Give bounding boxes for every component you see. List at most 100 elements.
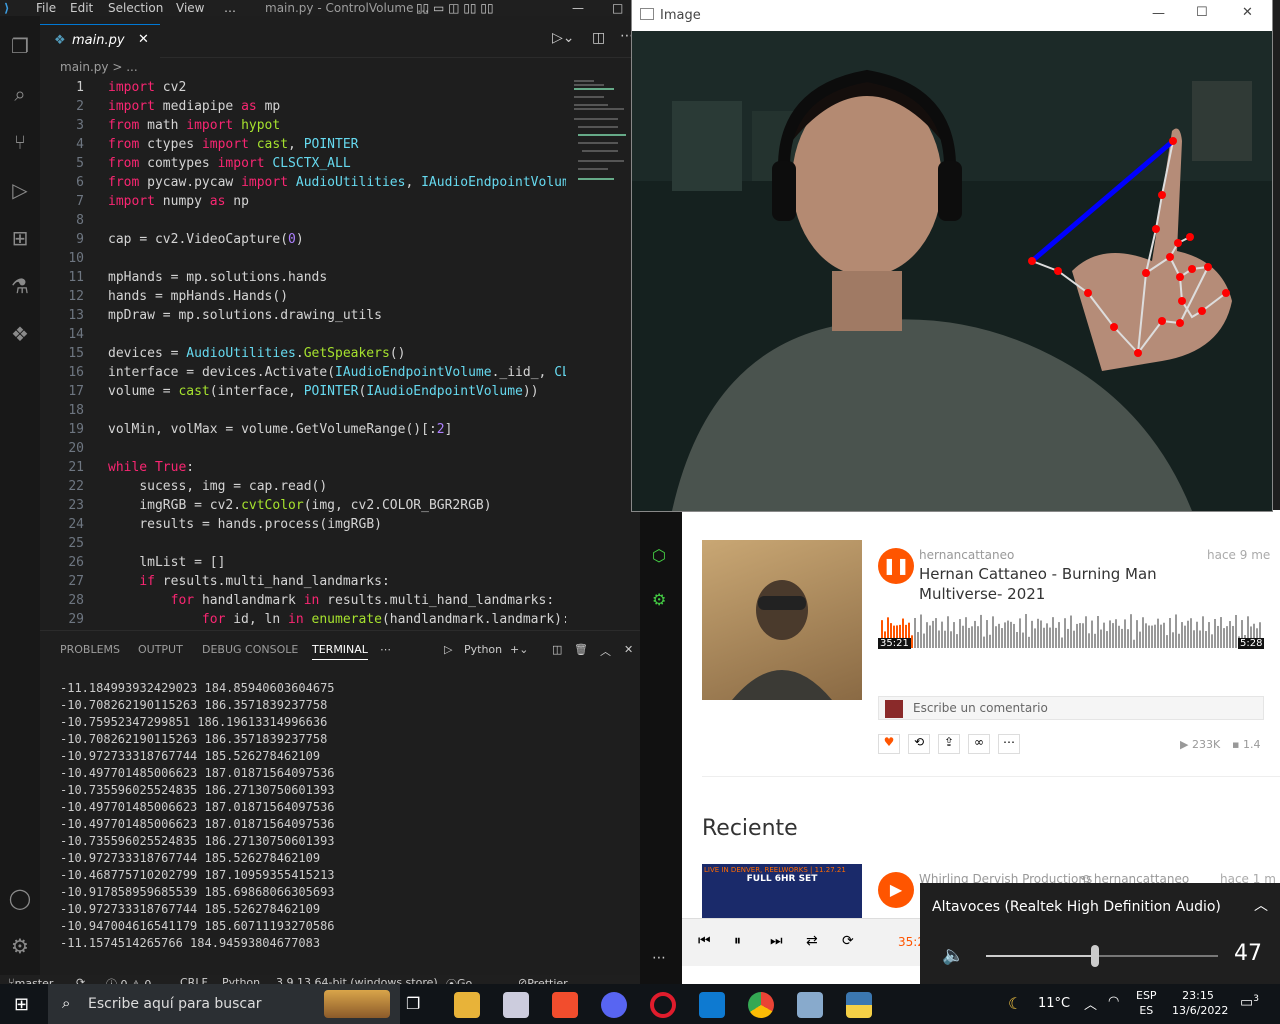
file-explorer-icon[interactable] (454, 992, 480, 1018)
code-line[interactable]: devices = AudioUtilities.GetSpeakers() (108, 346, 405, 361)
maximize-icon[interactable]: □ (612, 0, 623, 16)
chrome-icon[interactable] (748, 992, 774, 1018)
share-button[interactable]: ⇪ (938, 734, 960, 754)
code-line[interactable]: interface = devices.Activate(IAudioEndpo… (108, 365, 566, 380)
menu-file[interactable]: File (36, 0, 56, 16)
code-line[interactable]: cap = cv2.VideoCapture(0) (108, 232, 304, 247)
code-line[interactable]: from comtypes import CLSCTX_ALL (108, 156, 351, 171)
speaker-icon[interactable]: 🔈 (942, 945, 964, 966)
code-line[interactable]: from math import hypot (108, 118, 280, 133)
tray-chevron-icon[interactable]: ︿ (1084, 994, 1097, 1013)
close-tab-icon[interactable]: ✕ (138, 32, 149, 47)
search-highlight-icon[interactable] (324, 990, 390, 1018)
search-icon[interactable]: ⌕ (6, 80, 34, 108)
image-minimize-icon[interactable]: — (1152, 6, 1165, 21)
extensions-icon[interactable]: ⊞ (6, 224, 34, 252)
copy-link-button[interactable]: ∞ (968, 734, 990, 754)
menu-view[interactable]: View (176, 0, 204, 16)
code-line[interactable]: import numpy as np (108, 194, 249, 209)
run-icon[interactable]: ▷⌄ (552, 30, 575, 46)
settings-gear-icon[interactable]: ⚙ (6, 932, 34, 960)
menu-selection[interactable]: Selection (108, 0, 163, 16)
code-line[interactable]: mpDraw = mp.solutions.drawing_utils (108, 308, 382, 323)
more-button[interactable]: ⋯ (998, 734, 1020, 754)
track-artwork[interactable] (702, 540, 862, 700)
terminal-kind[interactable]: Python (464, 643, 502, 656)
settings-icon[interactable]: ⚙ (652, 590, 666, 609)
code-line[interactable]: lmList = [] (108, 555, 225, 570)
code-line[interactable]: from ctypes import cast, POINTER (108, 137, 359, 152)
code-editor[interactable]: 1 import cv2 2 import mediapipe as mp 3 from … (40, 78, 566, 630)
paint-icon[interactable] (797, 992, 823, 1018)
terminal-output[interactable]: -11.184993932429023 184.85940603604675 -… (60, 680, 335, 952)
opera-icon[interactable] (650, 992, 676, 1018)
recent-artwork[interactable]: LIVE IN DENVER, REELWORKS | 11.27.21 FUL… (702, 864, 862, 924)
code-line[interactable]: while True: (108, 460, 194, 475)
audio-device-name[interactable]: Altavoces (Realtek High Definition Audio… (932, 899, 1221, 915)
maximize-panel-icon[interactable]: ︿ (600, 643, 611, 659)
python-taskbar-icon[interactable] (846, 992, 872, 1018)
like-button[interactable]: ♥ (878, 734, 900, 754)
code-line[interactable]: if results.multi_hand_landmarks: (108, 574, 389, 589)
language-indicator[interactable]: ESP ES (1136, 988, 1157, 1018)
tab-problems[interactable]: PROBLEMS (60, 643, 120, 656)
waveform[interactable] (878, 614, 1264, 664)
sidebar-more-icon[interactable]: ⋯ (652, 950, 666, 966)
split-terminal-icon[interactable]: ◫ (552, 643, 562, 656)
account-icon[interactable]: ◯ (6, 884, 34, 912)
play-recent-button[interactable]: ▶ (878, 872, 914, 908)
clock[interactable]: 23:15 13/6/2022 (1172, 988, 1228, 1018)
breadcrumb[interactable]: main.py > ... (60, 60, 138, 74)
brave-icon[interactable] (552, 992, 578, 1018)
image-maximize-icon[interactable]: ☐ (1196, 5, 1208, 20)
panel-more-icon[interactable]: ⋯ (380, 643, 391, 656)
tab-terminal[interactable]: TERMINAL (312, 643, 368, 660)
weather-temp[interactable]: 11°C (1038, 996, 1070, 1011)
notifications-icon[interactable]: ▭3 (1240, 994, 1259, 1011)
volume-slider-track[interactable] (986, 945, 1218, 967)
trash-icon[interactable]: 🗑 (574, 643, 588, 656)
code-line[interactable]: for id, ln in enumerate(handlandmark.lan… (108, 612, 566, 627)
minimize-icon[interactable]: — (572, 0, 584, 16)
comment-input[interactable]: Escribe un comentario (878, 696, 1264, 720)
cube-icon[interactable]: ⬡ (652, 546, 666, 565)
task-view-icon[interactable]: ❐ (406, 994, 420, 1013)
explorer-icon[interactable]: ❐ (6, 32, 34, 60)
run-debug-icon[interactable]: ▷ (6, 176, 34, 204)
new-terminal-icon[interactable]: +⌄ (510, 643, 528, 656)
code-line[interactable]: for handlandmark in results.multi_hand_l… (108, 593, 555, 608)
layout-icon[interactable]: ▯▯ ▭ ◫ ▯▯ ▯▯ (416, 0, 494, 16)
shuffle-icon[interactable]: ⇄ (806, 933, 818, 949)
split-editor-icon[interactable]: ◫ (592, 30, 605, 46)
next-icon[interactable]: ⏭ (770, 933, 783, 949)
image-close-icon[interactable]: ✕ (1242, 5, 1253, 20)
taskbar-search[interactable]: ⌕ Escribe aquí para buscar (48, 984, 400, 1024)
code-line[interactable]: volMin, volMax = volume.GetVolumeRange()… (108, 422, 452, 437)
source-control-icon[interactable]: ⑂ (6, 128, 34, 156)
close-panel-icon[interactable]: ✕ (624, 643, 633, 656)
minimap[interactable] (570, 78, 632, 198)
expand-devices-icon[interactable]: ︿ (1254, 895, 1268, 915)
snipping-tool-icon[interactable] (503, 992, 529, 1018)
pause-icon[interactable]: ⏸ (734, 933, 741, 949)
track-title[interactable]: Hernan Cattaneo - Burning Man Multiverse… (919, 564, 1169, 604)
code-line[interactable]: results = hands.process(imgRGB) (108, 517, 382, 532)
tab-debug-console[interactable]: DEBUG CONSOLE (202, 643, 298, 656)
repeat-icon[interactable]: ⟳ (842, 933, 854, 949)
code-line[interactable]: hands = mpHands.Hands() (108, 289, 288, 304)
code-line[interactable]: volume = cast(interface, POINTER(IAudioE… (108, 384, 539, 399)
discord-icon[interactable] (601, 992, 627, 1018)
code-line[interactable]: imgRGB = cv2.cvtColor(img, cv2.COLOR_BGR… (108, 498, 491, 513)
repost-button[interactable]: ⟲ (908, 734, 930, 754)
track-user[interactable]: hernancattaneo (919, 548, 1014, 562)
volume-slider-thumb[interactable] (1091, 945, 1100, 967)
python-icon[interactable]: ❖ (6, 320, 34, 348)
weather-moon-icon[interactable]: ☾ (1008, 994, 1022, 1013)
code-line[interactable]: import cv2 (108, 80, 186, 95)
tab-output[interactable]: OUTPUT (138, 643, 183, 656)
menu-more[interactable]: … (224, 0, 236, 16)
code-line[interactable]: mpHands = mp.solutions.hands (108, 270, 327, 285)
windows-start-icon[interactable]: ⊞ (14, 994, 29, 1015)
code-line[interactable]: from pycaw.pycaw import AudioUtilities, … (108, 175, 566, 190)
previous-icon[interactable]: ⏮ (698, 933, 711, 949)
